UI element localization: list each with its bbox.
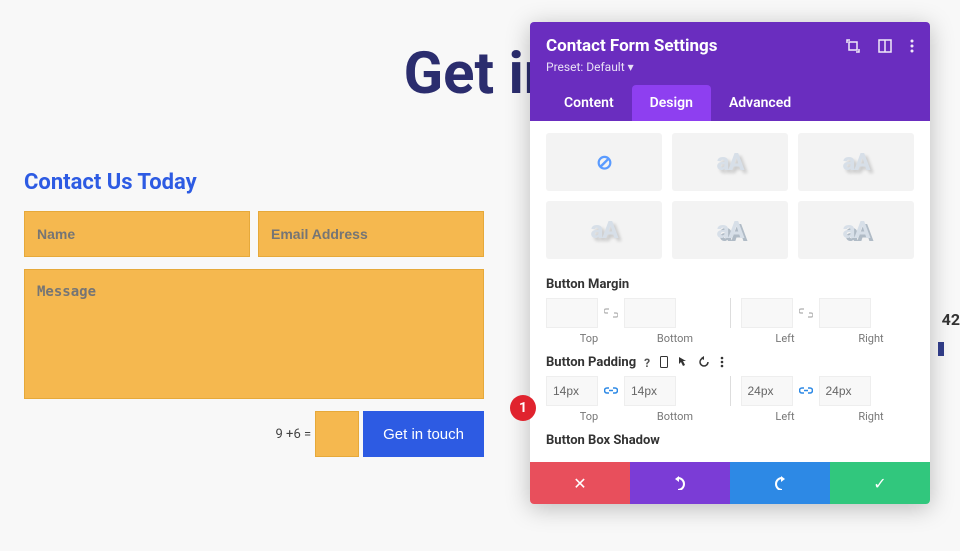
contact-form: Contact Us Today 9 +6 = Get in touch: [24, 170, 484, 457]
padding-top-input[interactable]: [546, 376, 598, 406]
options-icon[interactable]: [720, 356, 724, 370]
margin-top-input[interactable]: [546, 298, 598, 328]
hover-icon[interactable]: [678, 356, 688, 370]
redo-icon: [771, 476, 789, 490]
button-margin-label: Button Margin: [546, 277, 914, 292]
side-tick: [938, 342, 944, 356]
panel-title: Contact Form Settings: [546, 36, 718, 56]
side-number: 42: [942, 310, 960, 329]
padding-bottom-input[interactable]: [624, 376, 676, 406]
text-shadow-opt-6[interactable]: aA: [798, 201, 914, 259]
tab-design[interactable]: Design: [632, 85, 711, 121]
margin-lr-link-icon[interactable]: [793, 298, 819, 328]
text-shadow-none[interactable]: ⊘: [546, 133, 662, 191]
padding-lr-link-icon[interactable]: [793, 376, 819, 406]
label-bottom: Bottom: [632, 332, 718, 345]
padding-tb-link-icon[interactable]: [598, 376, 624, 406]
redo-button[interactable]: [730, 462, 830, 504]
device-icon[interactable]: [660, 356, 668, 370]
text-shadow-grid: ⊘ aA aA aA aA aA: [546, 133, 914, 259]
cancel-button[interactable]: ✕: [530, 462, 630, 504]
check-icon: ✓: [873, 474, 886, 493]
label-top: Top: [546, 332, 632, 345]
form-heading: Contact Us Today: [24, 170, 484, 195]
email-field[interactable]: [258, 211, 484, 257]
help-icon[interactable]: ?: [644, 356, 650, 370]
margin-tb-link-icon[interactable]: [598, 298, 624, 328]
panel-body: ⊘ aA aA aA aA aA Button Margin: [530, 121, 930, 462]
tab-advanced[interactable]: Advanced: [711, 85, 809, 121]
button-box-shadow-label: Button Box Shadow: [546, 433, 914, 448]
label-right: Right: [828, 332, 914, 345]
margin-right-input[interactable]: [819, 298, 871, 328]
text-shadow-opt-3[interactable]: aA: [798, 133, 914, 191]
margin-bottom-input[interactable]: [624, 298, 676, 328]
undo-button[interactable]: [630, 462, 730, 504]
annotation-badge-1: 1: [510, 395, 536, 421]
text-shadow-opt-2[interactable]: aA: [672, 133, 788, 191]
none-icon: ⊘: [596, 150, 612, 174]
label-left-2: Left: [742, 410, 828, 423]
panel-header: Contact Form Settings Preset: Default ▾ …: [530, 22, 930, 121]
undo-icon: [671, 476, 689, 490]
button-padding-controls: [546, 376, 914, 406]
label-right-2: Right: [828, 410, 914, 423]
label-top-2: Top: [546, 410, 632, 423]
padding-right-input[interactable]: [819, 376, 871, 406]
margin-left-input[interactable]: [741, 298, 793, 328]
submit-button[interactable]: Get in touch: [363, 411, 484, 457]
tab-content[interactable]: Content: [546, 85, 632, 121]
panel-footer: ✕ ✓: [530, 462, 930, 504]
save-button[interactable]: ✓: [830, 462, 930, 504]
message-field[interactable]: [24, 269, 484, 399]
label-left: Left: [742, 332, 828, 345]
captcha-input[interactable]: [315, 411, 359, 457]
name-field[interactable]: [24, 211, 250, 257]
button-margin-controls: [546, 298, 914, 328]
captcha-label: 9 +6 =: [276, 427, 312, 442]
tabs: Content Design Advanced: [546, 85, 914, 121]
text-shadow-opt-5[interactable]: aA: [672, 201, 788, 259]
more-icon[interactable]: [910, 39, 914, 53]
text-shadow-opt-4[interactable]: aA: [546, 201, 662, 259]
label-bottom-2: Bottom: [632, 410, 718, 423]
columns-icon[interactable]: [878, 39, 892, 53]
padding-left-input[interactable]: [741, 376, 793, 406]
button-padding-label: Button Padding ?: [546, 355, 914, 370]
expand-icon[interactable]: [846, 39, 860, 53]
preset-dropdown[interactable]: Preset: Default ▾: [546, 60, 634, 74]
settings-panel: Contact Form Settings Preset: Default ▾ …: [530, 22, 930, 504]
close-icon: ✕: [573, 474, 586, 493]
reset-icon[interactable]: [698, 356, 710, 370]
